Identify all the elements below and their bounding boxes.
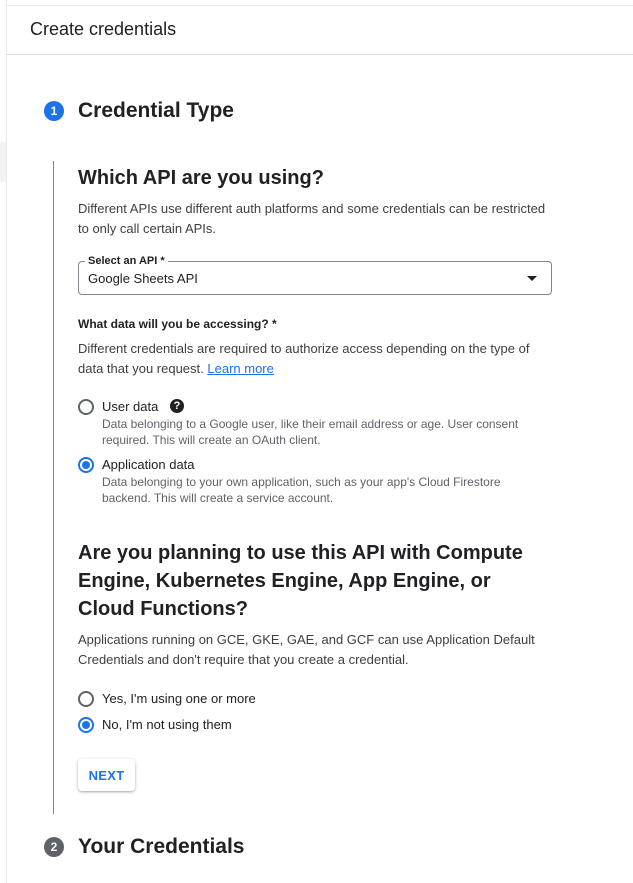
step-2-title: Your Credentials	[78, 835, 245, 858]
stepper-connector-line	[53, 161, 54, 814]
data-access-description: Different credentials are required to au…	[78, 339, 558, 379]
data-access-label: What data will you be accessing? *	[78, 317, 277, 331]
help-icon[interactable]: ?	[170, 399, 184, 413]
not-using-radio[interactable]	[78, 717, 94, 733]
select-api-label: Select an API *	[85, 254, 168, 268]
application-data-radio[interactable]	[78, 457, 94, 473]
application-data-description: Data belonging to your own application, …	[102, 475, 501, 505]
yes-using-label: Yes, I'm using one or more	[102, 691, 256, 706]
step-1-title: Credential Type	[78, 99, 234, 122]
user-data-radio[interactable]	[78, 399, 94, 415]
user-data-description: Data belonging to a Google user, like th…	[102, 417, 519, 447]
left-divider	[6, 0, 7, 883]
application-data-label: Application data	[102, 457, 195, 472]
user-data-label: User data	[102, 399, 159, 414]
data-access-description-text: Different credentials are required to au…	[78, 341, 530, 376]
select-api-dropdown[interactable]: Select an API * Google Sheets API	[78, 254, 552, 295]
create-credentials-page: Create credentials 1 Credential Type Whi…	[0, 0, 633, 883]
not-using-label: No, I'm not using them	[102, 717, 232, 732]
compute-question-heading: Are you planning to use this API with Co…	[78, 542, 523, 620]
step-2-badge: 2	[44, 837, 64, 857]
next-button[interactable]: NEXT	[78, 759, 135, 791]
api-question-description: Different APIs use different auth platfo…	[78, 201, 546, 236]
step-1-badge: 1	[44, 101, 64, 121]
yes-using-radio[interactable]	[78, 691, 94, 707]
chevron-down-icon	[527, 276, 537, 281]
page-header: Create credentials	[6, 6, 633, 55]
page-title: Create credentials	[30, 19, 177, 39]
select-api-value: Google Sheets API	[88, 271, 198, 286]
api-question-heading: Which API are you using?	[78, 167, 324, 189]
left-rail-stub	[0, 142, 6, 182]
compute-question-description: Applications running on GCE, GKE, GAE, a…	[78, 632, 535, 667]
learn-more-link[interactable]: Learn more	[207, 361, 273, 376]
